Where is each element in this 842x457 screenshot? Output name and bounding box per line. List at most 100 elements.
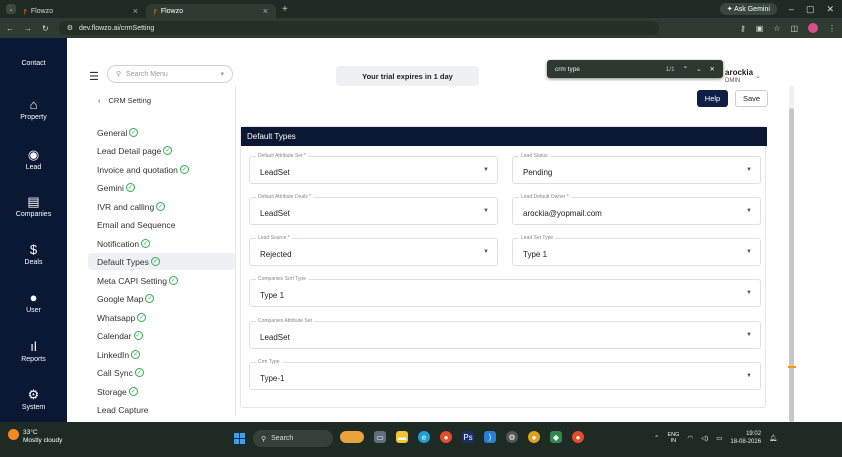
nav-item-linkedin[interactable]: LinkedIn ✓ xyxy=(88,346,235,363)
page-scrollbar-thumb[interactable] xyxy=(789,108,794,422)
chrome-canary-icon[interactable]: ● xyxy=(528,431,540,443)
chevron-up-icon[interactable]: ⌃ xyxy=(683,65,688,73)
nav-item-gemini[interactable]: Gemini ✓ xyxy=(88,179,235,196)
tab-search-icon[interactable]: ⌄ xyxy=(6,4,16,14)
notification-bell-icon[interactable]: 🔔︎ xyxy=(769,434,777,442)
nav-item-storage[interactable]: Storage ✓ xyxy=(88,383,235,400)
back-arrow-icon[interactable]: ← xyxy=(6,24,14,33)
site-info-icon[interactable]: ⚙ xyxy=(67,24,73,32)
task-view-icon[interactable]: ▭ xyxy=(374,431,386,443)
user-name[interactable]: arockia xyxy=(725,68,753,77)
photoshop-icon[interactable]: Ps xyxy=(462,431,474,443)
edge-icon[interactable]: e xyxy=(418,431,430,443)
help-button[interactable]: Help xyxy=(697,90,728,107)
nav-item-ivr-and-calling[interactable]: IVR and calling ✓ xyxy=(88,198,235,215)
browser-toolbar-right: ⚷ ▣ ☆ ◫ ⋮ xyxy=(740,23,836,33)
sidebar-item-label: Companies xyxy=(15,211,52,218)
close-window-icon[interactable]: ✕ xyxy=(826,4,834,15)
settings-app-icon[interactable]: ⚙ xyxy=(506,431,518,443)
default-attribute-deals-select[interactable]: Default Attribute Deals * LeadSet ▼ xyxy=(249,194,498,225)
weather-widget[interactable]: 33°C Mostly cloudy xyxy=(8,429,62,445)
browser-tab-2[interactable]: ϝ Flowzo × xyxy=(146,4,276,18)
nav-item-email-and-sequence[interactable]: Email and Sequence xyxy=(88,216,235,233)
menu-dots-icon[interactable]: ⋮ xyxy=(828,24,836,33)
new-tab-button[interactable]: + xyxy=(282,4,288,15)
password-key-icon[interactable]: ⚷ xyxy=(740,24,746,33)
dropdown-caret-icon: ▼ xyxy=(746,208,752,214)
lead-set-type-select[interactable]: Lead Set Type Type 1 ▼ xyxy=(512,235,761,266)
nav-item-call-sync[interactable]: Call Sync ✓ xyxy=(88,364,235,381)
flowzo-favicon-icon: ϝ xyxy=(154,7,157,15)
save-button[interactable]: Save xyxy=(735,90,768,107)
chevron-down-icon[interactable]: ⌄ xyxy=(696,65,701,73)
vscode-icon[interactable]: ⟩ xyxy=(484,431,496,443)
search-icon: ⚲ xyxy=(116,71,122,78)
app-icon[interactable]: ◆ xyxy=(550,431,562,443)
browser-tab-1[interactable]: ϝ Flowzo × xyxy=(16,4,146,18)
lead-status-select[interactable]: Lead Status Pending ▼ xyxy=(512,153,761,184)
install-icon[interactable]: ▣ xyxy=(756,24,764,33)
chevron-down-icon[interactable]: ⌄ xyxy=(755,72,761,80)
nav-item-lead-detail-page[interactable]: Lead Detail page ✓ xyxy=(88,142,235,159)
battery-icon[interactable]: ▭ xyxy=(716,434,722,442)
nav-item-calendar[interactable]: Calendar ✓ xyxy=(88,327,235,344)
file-explorer-icon[interactable]: ▬ xyxy=(396,431,408,443)
dollar-icon: $ xyxy=(29,242,38,257)
sidebar-item-user[interactable]: ● User xyxy=(0,291,67,314)
chevron-left-icon: ‹ xyxy=(98,96,101,105)
dropdown-caret-icon: ▼ xyxy=(746,290,752,296)
maximize-icon[interactable]: ▢ xyxy=(806,4,815,15)
companies-sort-type-select[interactable]: Companies Sort Type Type 1 ▼ xyxy=(249,276,761,307)
hamburger-menu-icon[interactable]: ☰ xyxy=(89,70,99,83)
volume-icon[interactable]: ◁) xyxy=(701,434,708,442)
chrome-icon[interactable]: ● xyxy=(440,431,452,443)
nav-item-label: Storage xyxy=(97,386,127,397)
url-field[interactable]: ⚙ dev.flowzo.ai/crmSetting xyxy=(58,21,659,35)
clock[interactable]: 19:02 18-08-2026 xyxy=(730,430,761,446)
nav-item-google-map[interactable]: Google Map ✓ xyxy=(88,290,235,307)
sidebar-item-lead[interactable]: ◉ Lead xyxy=(0,148,67,171)
dropdown-caret-icon: ▼ xyxy=(746,373,752,379)
widgets-icon[interactable] xyxy=(340,431,364,443)
nav-item-lead-capture[interactable]: Lead Capture xyxy=(88,401,235,418)
sidebar-item-companies[interactable]: ▤ Companies xyxy=(0,195,67,218)
nav-item-whatsapp[interactable]: Whatsapp ✓ xyxy=(88,309,235,326)
nav-item-general[interactable]: General ✓ xyxy=(88,124,235,141)
default-attribute-set-select[interactable]: Default Attribute Set * LeadSet ▼ xyxy=(249,153,498,184)
profile-avatar[interactable] xyxy=(808,23,818,33)
lead-source-select[interactable]: Lead Source * Rejected ▼ xyxy=(249,235,498,266)
nav-item-meta-capi-setting[interactable]: Meta CAPI Setting ✓ xyxy=(88,272,235,289)
minimize-icon[interactable]: – xyxy=(789,4,794,14)
search-menu-input[interactable]: ⚲ Search Menu ▾ xyxy=(107,65,233,83)
ask-gemini-button[interactable]: ✦ Ask Gemini xyxy=(719,3,777,15)
taskbar-search[interactable]: ⚲ Search xyxy=(253,430,333,447)
wifi-icon[interactable]: ◠ xyxy=(687,434,693,442)
sidebar-item-reports[interactable]: ıl Reports xyxy=(0,340,67,363)
nav-item-invoice-and-quotation[interactable]: Invoice and quotation ✓ xyxy=(88,161,235,178)
language-indicator[interactable]: ENG IN xyxy=(667,432,679,444)
close-icon[interactable]: × xyxy=(133,6,138,16)
sidebar-item-contact[interactable]: Contact xyxy=(0,60,67,67)
find-input[interactable]: crm type xyxy=(555,66,580,73)
nav-item-default-types[interactable]: Default Types ✓ xyxy=(88,253,235,270)
extensions-icon[interactable]: ◫ xyxy=(790,24,798,33)
chevron-up-icon[interactable]: ⌃ xyxy=(654,434,659,442)
back-to-crm-setting[interactable]: ‹ CRM Setting xyxy=(98,96,151,105)
companies-attribute-set-select[interactable]: Companies Attribute Set LeadSet ▼ xyxy=(249,318,761,349)
nav-item-notification[interactable]: Notification ✓ xyxy=(88,235,235,252)
sidebar-item-system[interactable]: ⚙ System xyxy=(0,388,67,411)
crm-type-select[interactable]: Crm Type Type-1 ▼ xyxy=(249,359,761,390)
windows-start-icon[interactable] xyxy=(234,433,245,444)
forward-arrow-icon[interactable]: → xyxy=(24,24,32,33)
lead-default-owner-select[interactable]: Lead Default Owner * arockia@yopmail.com… xyxy=(512,194,761,225)
close-icon[interactable]: × xyxy=(263,6,268,16)
check-circle-icon: ✓ xyxy=(134,368,144,377)
bookmark-star-icon[interactable]: ☆ xyxy=(773,24,780,33)
chrome-active-icon[interactable]: ● xyxy=(572,431,584,443)
sidebar-item-deals[interactable]: $ Deals xyxy=(0,243,67,266)
clock-time: 19:02 xyxy=(746,431,762,437)
dropdown-caret-icon: ▼ xyxy=(483,249,489,255)
close-icon[interactable]: ✕ xyxy=(710,65,715,73)
sidebar-item-property[interactable]: ⌂ Property xyxy=(0,98,67,121)
reload-icon[interactable]: ↻ xyxy=(42,24,49,33)
